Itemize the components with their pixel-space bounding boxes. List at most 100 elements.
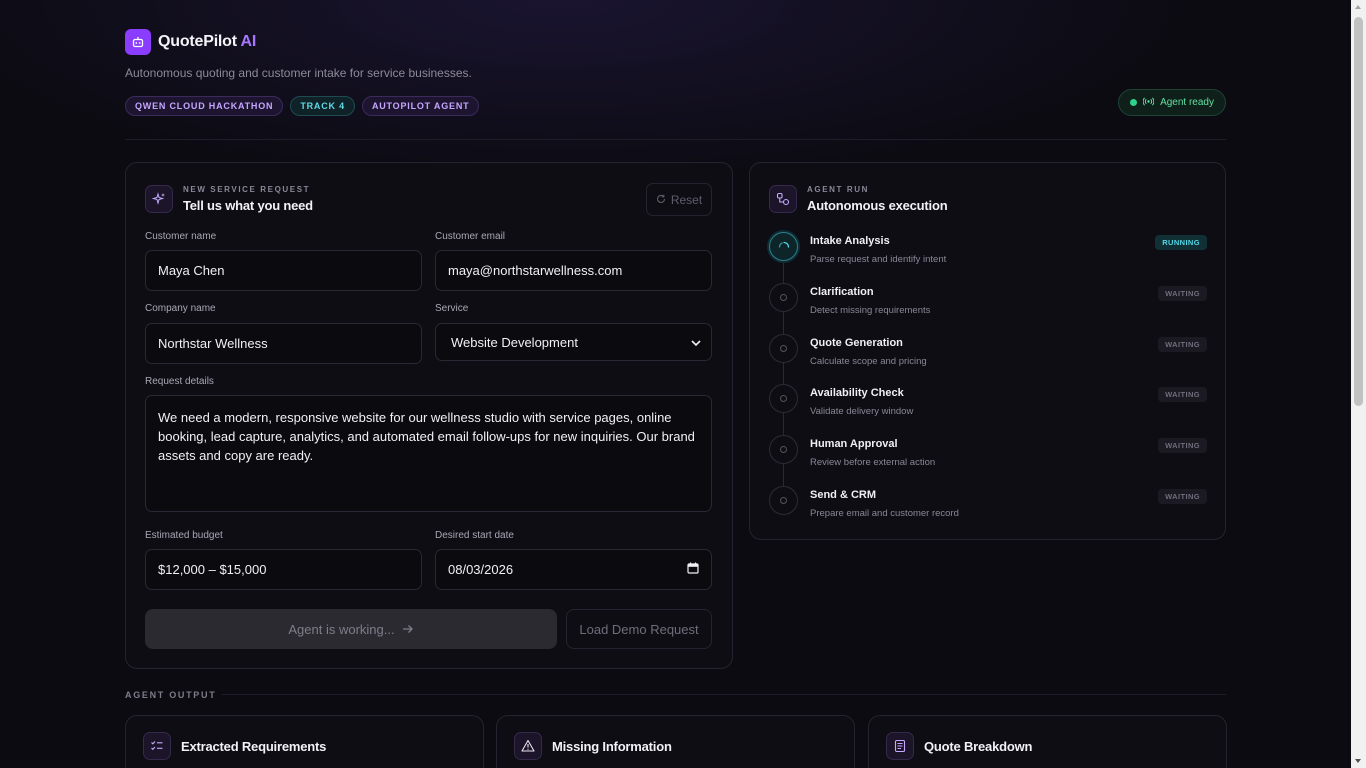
submit-button[interactable]: Agent is working... [145, 609, 557, 649]
step-send-crm: Send & CRM Prepare email and customer re… [769, 485, 1207, 537]
vertical-scrollbar[interactable] [1351, 0, 1366, 768]
quote-breakdown-card: Quote Breakdown [868, 715, 1227, 768]
step-name: Intake Analysis [810, 235, 890, 247]
step-intake-analysis: Intake Analysis Parse request and identi… [769, 232, 1207, 283]
company-name-label: Company name [145, 303, 216, 314]
output-card-title: Extracted Requirements [181, 738, 327, 754]
budget-input[interactable]: $12,000 – $15,000 [145, 549, 422, 590]
sparkles-icon [145, 185, 173, 213]
workflow-icon [769, 185, 797, 213]
step-desc: Validate delivery window [810, 406, 914, 418]
step-name: Human Approval [810, 438, 898, 451]
pending-circle-icon [769, 384, 798, 414]
status-dot [1130, 99, 1138, 106]
step-name: Quote Generation [810, 336, 903, 349]
company-name-value: Northstar Wellness [158, 336, 268, 351]
status-badge: WAITING [1158, 488, 1207, 504]
start-date-input[interactable]: 08/03/2026 [435, 549, 712, 590]
step-name: Clarification [810, 285, 874, 298]
request-details-textarea[interactable]: We need a modern, responsive website for… [145, 395, 712, 512]
start-date-value: 08/03/2026 [448, 562, 514, 577]
form-title: Tell us what you need [183, 198, 313, 213]
form-eyebrow: NEW SERVICE REQUEST [183, 185, 311, 194]
run-title: Autonomous execution [807, 198, 948, 213]
agent-output-heading: AGENT OUTPUT [125, 690, 217, 700]
step-connector [783, 311, 784, 334]
robot-icon [125, 29, 151, 55]
budget-value: $12,000 – $15,000 [158, 562, 267, 577]
service-value: Website Development [451, 334, 578, 350]
output-card-title: Quote Breakdown [924, 738, 1033, 754]
badge-track: TRACK 4 [290, 96, 355, 116]
step-clarification: Clarification Detect missing requirement… [769, 282, 1207, 334]
service-request-card: NEW SERVICE REQUEST Tell us what you nee… [125, 162, 733, 669]
calendar-icon[interactable] [687, 562, 699, 577]
pending-circle-icon [769, 485, 798, 515]
step-human-approval: Human Approval Review before external ac… [769, 435, 1207, 487]
pending-circle-icon [769, 435, 798, 465]
tagline: Autonomous quoting and customer intake f… [125, 66, 472, 80]
header-divider [125, 139, 1226, 140]
step-connector [783, 362, 784, 385]
request-details-label: Request details [145, 376, 214, 387]
reset-label: Reset [670, 192, 703, 207]
status-badge: WAITING [1158, 336, 1207, 352]
refresh-icon [656, 193, 666, 207]
status-badge: WAITING [1158, 438, 1207, 454]
service-select[interactable]: Website Development [435, 323, 712, 361]
pending-circle-icon [769, 282, 798, 312]
step-desc: Prepare email and customer record [810, 507, 959, 519]
service-label: Service [435, 303, 469, 314]
brand-name: QuotePilot AI [158, 33, 257, 50]
chevron-down-icon [691, 335, 701, 350]
agent-status-pill: Agent ready [1118, 89, 1226, 116]
run-eyebrow: AGENT RUN [807, 185, 869, 194]
budget-label: Estimated budget [145, 530, 223, 541]
missing-information-card: Missing Information [496, 715, 855, 768]
form-header: NEW SERVICE REQUEST Tell us what you nee… [145, 185, 313, 213]
broadcast-icon [1142, 96, 1155, 109]
start-date-label: Desired start date [435, 530, 514, 541]
output-divider [222, 694, 1226, 695]
customer-email-input[interactable]: maya@northstarwellness.com [435, 250, 712, 291]
step-connector [783, 261, 784, 283]
company-name-input[interactable]: Northstar Wellness [145, 323, 422, 364]
pending-circle-icon [769, 333, 798, 363]
customer-name-input[interactable]: Maya Chen [145, 250, 422, 291]
step-connector [783, 413, 784, 436]
scroll-up-icon[interactable] [1355, 5, 1361, 9]
checklist-icon [143, 732, 171, 760]
badge-row: QWEN CLOUD HACKATHON TRACK 4 AUTOPILOT A… [125, 96, 480, 116]
spinner-icon [769, 232, 798, 261]
load-demo-button[interactable]: Load Demo Request [566, 609, 712, 649]
brand-suffix: AI [240, 33, 257, 50]
extracted-requirements-card: Extracted Requirements [125, 715, 484, 768]
status-badge: WAITING [1158, 285, 1207, 301]
step-name: Availability Check [810, 387, 904, 400]
scroll-down-icon[interactable] [1355, 759, 1361, 763]
badge-hackathon: QWEN CLOUD HACKATHON [125, 96, 284, 116]
step-name: Send & CRM [810, 488, 876, 501]
step-desc: Calculate scope and pricing [810, 355, 927, 367]
step-quote-generation: Quote Generation Calculate scope and pri… [769, 333, 1207, 385]
step-availability-check: Availability Check Validate delivery win… [769, 384, 1207, 436]
warning-icon [514, 732, 542, 760]
scrollbar-thumb[interactable] [1354, 17, 1363, 406]
status-badge: WAITING [1158, 387, 1207, 403]
brand[interactable]: QuotePilot AI [125, 29, 256, 55]
step-desc: Review before external action [810, 457, 936, 469]
output-card-title: Missing Information [552, 738, 672, 754]
arrow-right-icon [402, 622, 414, 637]
customer-email-label: Customer email [435, 231, 506, 242]
load-demo-label: Load Demo Request [579, 621, 699, 637]
step-desc: Detect missing requirements [810, 304, 931, 316]
agent-status-label: Agent ready [1160, 97, 1214, 108]
reset-button[interactable]: Reset [646, 183, 712, 216]
step-list: Intake Analysis Parse request and identi… [769, 232, 1207, 537]
customer-name-label: Customer name [145, 231, 217, 242]
step-connector [783, 464, 784, 487]
status-badge: RUNNING [1155, 235, 1207, 250]
request-details-value: We need a modern, responsive website for… [158, 410, 695, 463]
badge-autopilot: AUTOPILOT AGENT [361, 96, 480, 116]
customer-name-value: Maya Chen [158, 263, 225, 278]
